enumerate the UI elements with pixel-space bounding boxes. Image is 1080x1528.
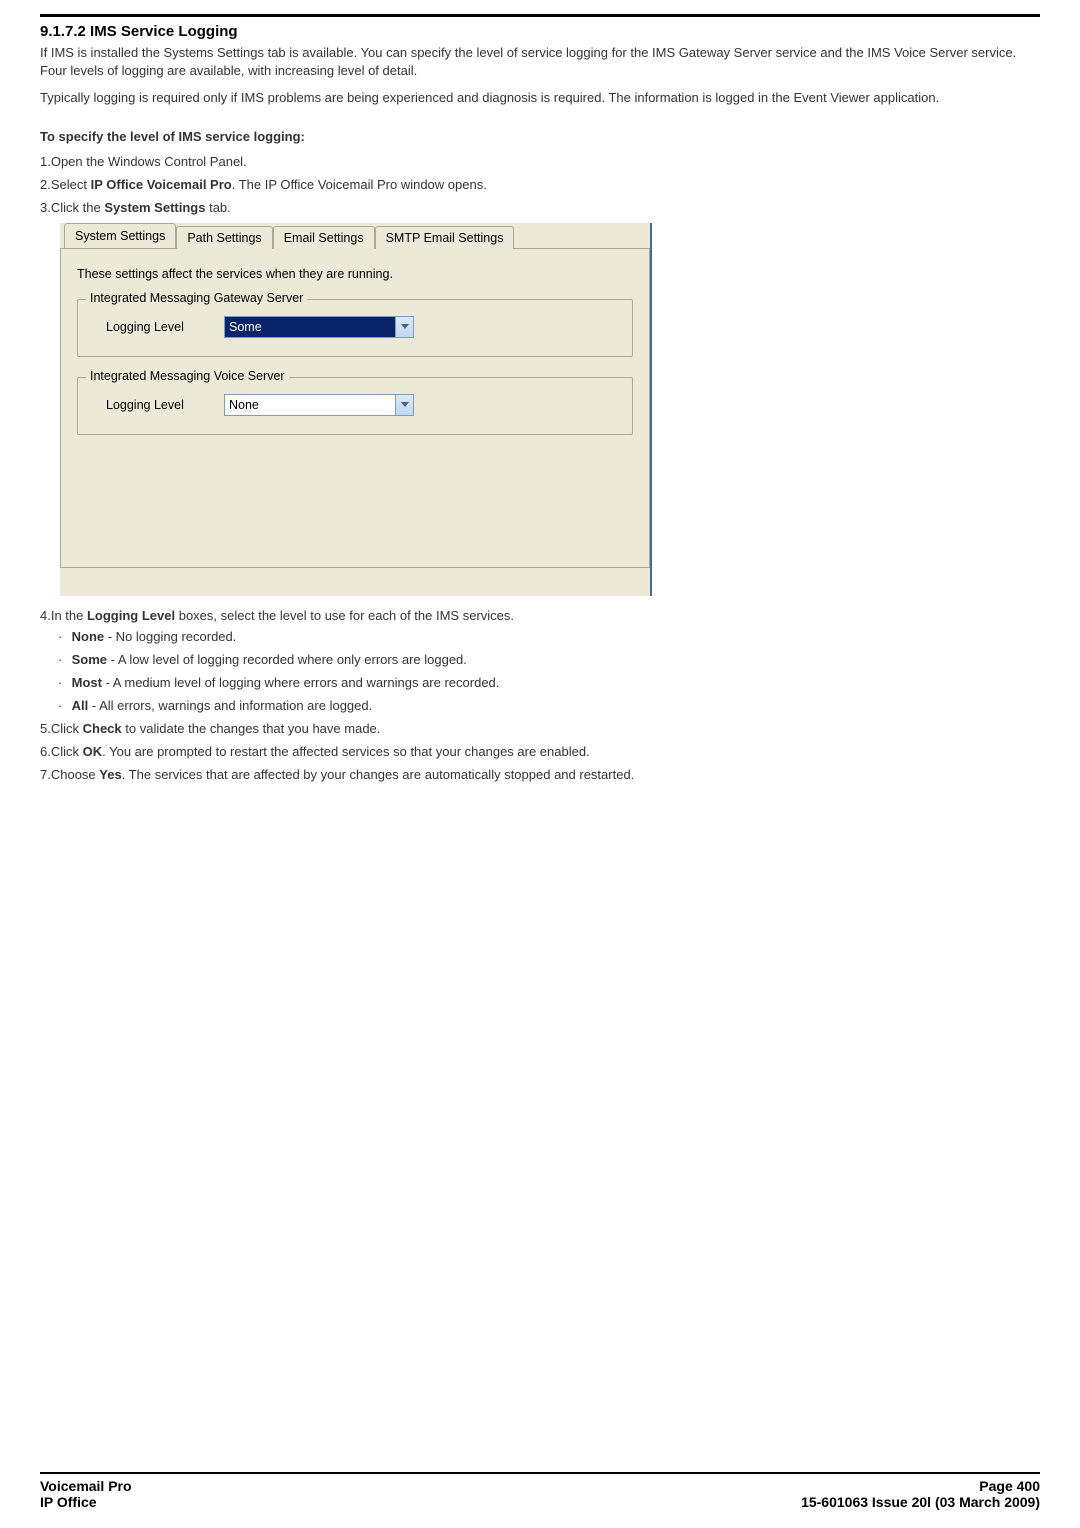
section-heading: 9.1.7.2 IMS Service Logging <box>40 23 1040 40</box>
step-5-bold: Check <box>83 721 122 736</box>
step-4-bold: Logging Level <box>87 608 175 623</box>
step-6-bold: OK <box>83 744 103 759</box>
tab-row: System Settings Path Settings Email Sett… <box>60 223 650 248</box>
step-5: 5.Click Check to validate the changes th… <box>40 721 1040 736</box>
procedure-subhead: To specify the level of IMS service logg… <box>40 129 1040 144</box>
settings-dialog: System Settings Path Settings Email Sett… <box>60 223 652 596</box>
bullet-none: · None - No logging recorded. <box>58 629 1040 644</box>
chevron-down-icon <box>401 402 409 407</box>
bullet-some-term: Some <box>72 652 107 667</box>
voice-logging-label: Logging Level <box>106 398 206 412</box>
gateway-logging-combo[interactable]: Some <box>224 316 414 338</box>
tab-email-settings[interactable]: Email Settings <box>273 226 375 249</box>
step-7-bold: Yes <box>99 767 121 782</box>
dialog-description: These settings affect the services when … <box>77 267 633 281</box>
voice-logging-combo[interactable]: None <box>224 394 414 416</box>
bullet-none-desc: - No logging recorded. <box>104 629 236 644</box>
fieldset-gateway-server: Integrated Messaging Gateway Server Logg… <box>77 299 633 357</box>
gateway-logging-dropdown-button[interactable] <box>395 317 413 337</box>
step-1-text: Open the Windows Control Panel. <box>51 154 247 169</box>
step-2-text-a: Select <box>51 177 91 192</box>
footer-left-1: Voicemail Pro <box>40 1478 132 1494</box>
fieldset-gateway-legend: Integrated Messaging Gateway Server <box>86 291 307 305</box>
tab-system-settings[interactable]: System Settings <box>64 223 176 248</box>
step-3: 3.Click the System Settings tab. <box>40 200 1040 215</box>
bullet-some-desc: - A low level of logging recorded where … <box>107 652 467 667</box>
footer-right-1: Page 400 <box>979 1478 1040 1494</box>
bullet-none-term: None <box>72 629 105 644</box>
footer-rule <box>40 1472 1040 1474</box>
chevron-down-icon <box>401 324 409 329</box>
step-6-text-c: . You are prompted to restart the affect… <box>102 744 590 759</box>
top-rule <box>40 14 1040 17</box>
step-6-text-a: Click <box>51 744 83 759</box>
footer-right-2: 15-601063 Issue 20l (03 March 2009) <box>801 1494 1040 1510</box>
procedure-list: 1.Open the Windows Control Panel. 2.Sele… <box>40 154 1040 215</box>
tab-content: These settings affect the services when … <box>60 248 650 568</box>
step-4-text-a: In the <box>51 608 87 623</box>
intro-para-1: If IMS is installed the Systems Settings… <box>40 44 1040 79</box>
step-3-text-a: Click the <box>51 200 104 215</box>
step-7: 7.Choose Yes. The services that are affe… <box>40 767 1040 782</box>
step-2: 2.Select IP Office Voicemail Pro. The IP… <box>40 177 1040 192</box>
step-5-text-a: Click <box>51 721 83 736</box>
footer-left-2: IP Office <box>40 1494 97 1510</box>
bullet-all-term: All <box>72 698 89 713</box>
step-2-text-c: . The IP Office Voicemail Pro window ope… <box>232 177 487 192</box>
logging-level-bullets: · None - No logging recorded. · Some - A… <box>40 629 1040 713</box>
procedure-list-cont: 4.In the Logging Level boxes, select the… <box>40 608 1040 782</box>
step-6: 6.Click OK. You are prompted to restart … <box>40 744 1040 759</box>
tab-path-settings[interactable]: Path Settings <box>176 226 272 249</box>
gateway-logging-label: Logging Level <box>106 320 206 334</box>
voice-logging-dropdown-button[interactable] <box>395 395 413 415</box>
step-2-bold: IP Office Voicemail Pro <box>91 177 232 192</box>
bullet-most: · Most - A medium level of logging where… <box>58 675 1040 690</box>
bullet-most-desc: - A medium level of logging where errors… <box>102 675 499 690</box>
voice-logging-value: None <box>225 395 395 415</box>
bullet-all-desc: - All errors, warnings and information a… <box>88 698 372 713</box>
fieldset-voice-server: Integrated Messaging Voice Server Loggin… <box>77 377 633 435</box>
intro-para-2: Typically logging is required only if IM… <box>40 89 1040 107</box>
step-1: 1.Open the Windows Control Panel. <box>40 154 1040 169</box>
step-3-bold: System Settings <box>104 200 205 215</box>
step-4-text-c: boxes, select the level to use for each … <box>175 608 514 623</box>
step-7-text-a: Choose <box>51 767 99 782</box>
step-7-text-c: . The services that are affected by your… <box>122 767 635 782</box>
step-4: 4.In the Logging Level boxes, select the… <box>40 608 1040 713</box>
tab-smtp-email-settings[interactable]: SMTP Email Settings <box>375 226 515 249</box>
gateway-logging-value: Some <box>225 317 395 337</box>
bullet-some: · Some - A low level of logging recorded… <box>58 652 1040 667</box>
bullet-all: · All - All errors, warnings and informa… <box>58 698 1040 713</box>
page-footer: Voicemail Pro Page 400 IP Office 15-6010… <box>40 1472 1040 1510</box>
bullet-most-term: Most <box>72 675 102 690</box>
step-3-text-c: tab. <box>205 200 230 215</box>
fieldset-voice-legend: Integrated Messaging Voice Server <box>86 369 289 383</box>
step-5-text-c: to validate the changes that you have ma… <box>122 721 381 736</box>
